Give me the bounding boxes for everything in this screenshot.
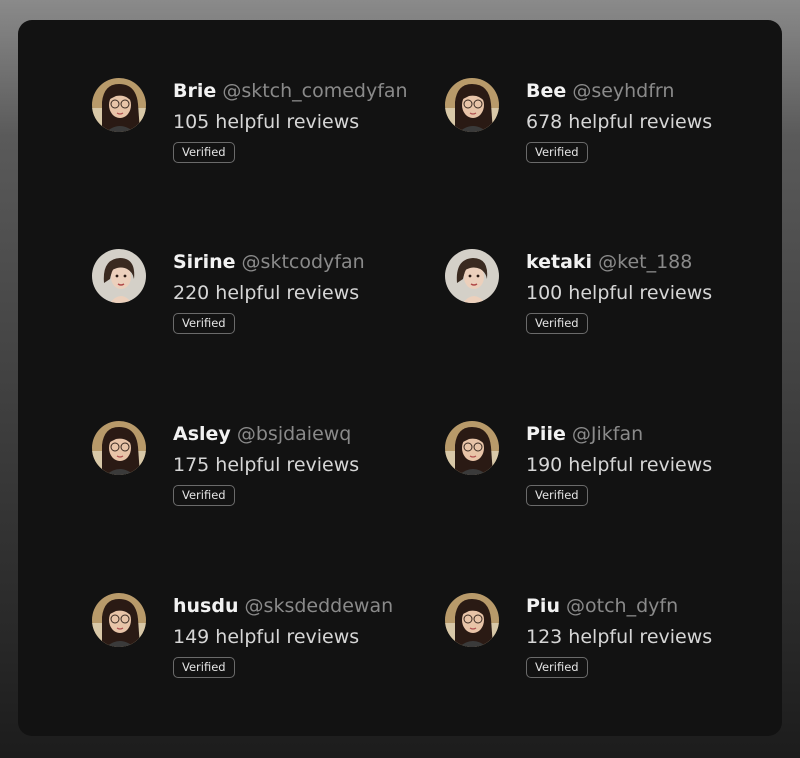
helpful-reviews-count: 105 helpful reviews: [173, 111, 360, 133]
name-line: Piu @otch_dyfn: [526, 594, 678, 618]
reviewer-handle[interactable]: @otch_dyfn: [566, 595, 678, 617]
reviewer-handle[interactable]: @seyhdfrn: [572, 80, 674, 102]
girl-glasses-avatar-icon: [445, 78, 499, 132]
helpful-reviews-count: 175 helpful reviews: [173, 454, 360, 476]
reviewer-card[interactable]: Brie @sktch_comedyfan 105 helpful review…: [92, 78, 422, 178]
name-line: Asley @bsjdaiewq: [173, 422, 351, 446]
reviewer-name[interactable]: Sirine: [173, 251, 236, 273]
reviewer-name[interactable]: Piie: [526, 423, 566, 445]
reviewer-card[interactable]: husdu @sksdeddewan 149 helpful reviews V…: [92, 593, 422, 693]
reviewer-name[interactable]: Brie: [173, 80, 216, 102]
reviewer-card[interactable]: ketaki @ket_188 100 helpful reviews Veri…: [445, 249, 775, 349]
reviewer-name[interactable]: ketaki: [526, 251, 592, 273]
reviewer-card[interactable]: Piu @otch_dyfn 123 helpful reviews Verif…: [445, 593, 775, 693]
reviewer-card[interactable]: Bee @seyhdfrn 678 helpful reviews Verifi…: [445, 78, 775, 178]
reviewer-card[interactable]: Sirine @sktcodyfan 220 helpful reviews V…: [92, 249, 422, 349]
name-line: Sirine @sktcodyfan: [173, 250, 365, 274]
name-line: husdu @sksdeddewan: [173, 594, 393, 618]
helpful-reviews-count: 100 helpful reviews: [526, 282, 713, 304]
avatar[interactable]: [92, 593, 146, 647]
verified-badge: Verified: [173, 485, 235, 506]
helpful-reviews-count: 190 helpful reviews: [526, 454, 713, 476]
verified-badge: Verified: [526, 142, 588, 163]
girl-glasses-avatar-icon: [92, 421, 146, 475]
avatar[interactable]: [445, 593, 499, 647]
helpful-reviews-count: 123 helpful reviews: [526, 626, 713, 648]
girl-glasses-avatar-icon: [445, 593, 499, 647]
girl-glasses-avatar-icon: [445, 421, 499, 475]
avatar[interactable]: [92, 249, 146, 303]
name-line: Bee @seyhdfrn: [526, 79, 674, 103]
avatar[interactable]: [92, 421, 146, 475]
girl-glasses-avatar-icon: [92, 78, 146, 132]
verified-badge: Verified: [173, 657, 235, 678]
name-line: Brie @sktch_comedyfan: [173, 79, 408, 103]
verified-badge: Verified: [526, 485, 588, 506]
verified-badge: Verified: [173, 313, 235, 334]
reviewer-card[interactable]: Asley @bsjdaiewq 175 helpful reviews Ver…: [92, 421, 422, 521]
reviewer-name[interactable]: Asley: [173, 423, 231, 445]
reviewers-panel: Brie @sktch_comedyfan 105 helpful review…: [18, 20, 782, 736]
name-line: Piie @Jikfan: [526, 422, 643, 446]
verified-badge: Verified: [526, 657, 588, 678]
reviewer-handle[interactable]: @Jikfan: [572, 423, 643, 445]
reviewer-card[interactable]: Piie @Jikfan 190 helpful reviews Verifie…: [445, 421, 775, 521]
avatar[interactable]: [445, 249, 499, 303]
reviewer-name[interactable]: Piu: [526, 595, 560, 617]
reviewer-handle[interactable]: @ket_188: [598, 251, 692, 273]
reviewer-handle[interactable]: @sktch_comedyfan: [222, 80, 407, 102]
verified-badge: Verified: [526, 313, 588, 334]
reviewer-name[interactable]: husdu: [173, 595, 239, 617]
girl-glasses-avatar-icon: [92, 593, 146, 647]
reviewer-handle[interactable]: @bsjdaiewq: [237, 423, 352, 445]
avatar[interactable]: [92, 78, 146, 132]
name-line: ketaki @ket_188: [526, 250, 692, 274]
reviewer-handle[interactable]: @sksdeddewan: [245, 595, 394, 617]
short-hair-avatar-icon: [445, 249, 499, 303]
helpful-reviews-count: 220 helpful reviews: [173, 282, 360, 304]
avatar[interactable]: [445, 421, 499, 475]
short-hair-avatar-icon: [92, 249, 146, 303]
verified-badge: Verified: [173, 142, 235, 163]
helpful-reviews-count: 149 helpful reviews: [173, 626, 360, 648]
reviewer-handle[interactable]: @sktcodyfan: [242, 251, 365, 273]
reviewer-name[interactable]: Bee: [526, 80, 566, 102]
avatar[interactable]: [445, 78, 499, 132]
helpful-reviews-count: 678 helpful reviews: [526, 111, 713, 133]
